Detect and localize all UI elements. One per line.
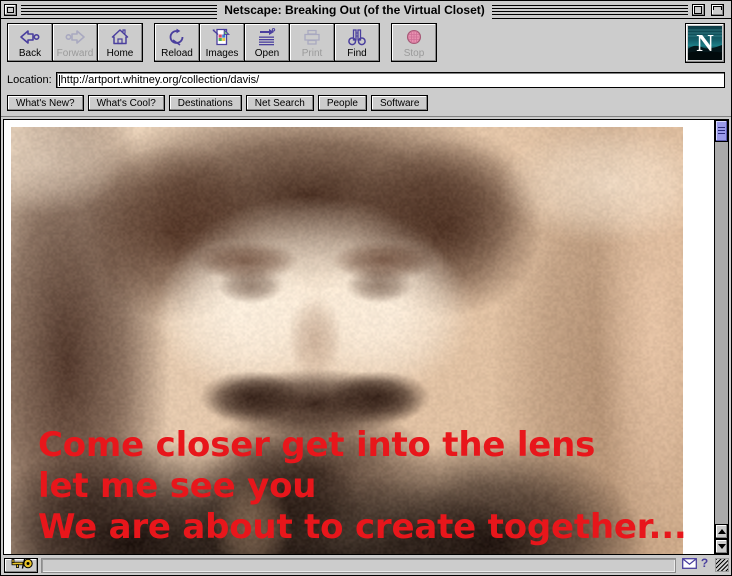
directory-button-label: Destinations <box>178 98 233 109</box>
close-box[interactable] <box>4 4 17 16</box>
navigation-toolbar: Back Forward Home Reload Images Open Pri… <box>7 23 725 67</box>
broken-key-icon <box>8 556 34 574</box>
title-bar[interactable]: Netscape: Breaking Out (of the Virtual C… <box>1 1 731 19</box>
artwork-image <box>11 127 683 554</box>
page-viewport: Come closer get into the lens let me see… <box>3 119 714 555</box>
location-input[interactable]: http://artport.whitney.org/collection/da… <box>56 72 725 88</box>
find-button-label: Find <box>347 48 366 59</box>
binoculars-icon <box>347 27 367 47</box>
directory-bar: What's New? What's Cool? Destinations Ne… <box>7 93 725 116</box>
scroll-up-arrow[interactable] <box>715 524 728 539</box>
security-indicator[interactable] <box>4 558 38 573</box>
artwork-canvas <box>11 127 683 554</box>
images-button[interactable]: Images <box>199 23 245 62</box>
status-bar: ? <box>1 555 731 575</box>
stop-button[interactable]: Stop <box>391 23 437 62</box>
status-icon-group: ? <box>679 558 712 573</box>
netscape-logo-button[interactable]: N <box>685 23 725 63</box>
text-caret <box>59 75 60 86</box>
netscape-n-logo: N <box>685 23 725 63</box>
location-input-value: http://artport.whitney.org/collection/da… <box>61 74 260 86</box>
toolbar-group-navigation: Back Forward Home <box>7 23 142 62</box>
reload-button[interactable]: Reload <box>154 23 200 62</box>
back-button-label: Back <box>19 48 41 59</box>
window-title: Netscape: Breaking Out (of the Virtual C… <box>217 1 492 19</box>
location-bar: Location: http://artport.whitney.org/col… <box>7 70 725 90</box>
print-button-label: Print <box>302 48 323 59</box>
svg-text:?: ? <box>701 557 708 569</box>
back-button[interactable]: Back <box>7 23 53 62</box>
title-bar-stripes-left <box>21 4 217 16</box>
scrollbar-thumb-grip-icon <box>718 127 725 136</box>
home-button-label: Home <box>107 48 134 59</box>
house-icon <box>110 27 130 47</box>
triangle-down-icon <box>718 544 726 549</box>
directory-button-whats-cool[interactable]: What's Cool? <box>88 95 165 111</box>
images-button-label: Images <box>206 48 239 59</box>
forward-button-label: Forward <box>57 48 94 59</box>
content-area: Come closer get into the lens let me see… <box>1 117 731 555</box>
forward-button[interactable]: Forward <box>52 23 98 62</box>
directory-button-whats-new[interactable]: What's New? <box>7 95 84 111</box>
scroll-down-arrow[interactable] <box>715 539 728 554</box>
printer-icon <box>302 27 322 47</box>
toolbar-group-page: Reload Images Open Print Find <box>154 23 379 62</box>
zoom-box[interactable] <box>692 4 705 16</box>
directory-button-label: People <box>327 98 358 109</box>
back-arrow-icon <box>19 27 41 47</box>
directory-button-software[interactable]: Software <box>371 95 428 111</box>
netscape-window: Netscape: Breaking Out (of the Virtual C… <box>0 0 732 576</box>
triangle-up-icon <box>718 529 726 534</box>
find-button[interactable]: Find <box>334 23 380 62</box>
browser-chrome: Back Forward Home Reload Images Open Pri… <box>1 19 731 117</box>
directory-button-destinations[interactable]: Destinations <box>169 95 242 111</box>
envelope-icon[interactable] <box>682 556 697 574</box>
home-button[interactable]: Home <box>97 23 143 62</box>
directory-button-label: Net Search <box>255 98 305 109</box>
forward-arrow-icon <box>64 27 86 47</box>
scrollbar-thumb[interactable] <box>715 120 728 142</box>
collapse-box[interactable] <box>711 4 724 16</box>
toolbar-group-stop: Stop <box>391 23 436 62</box>
directory-button-net-search[interactable]: Net Search <box>246 95 314 111</box>
open-button[interactable]: Open <box>244 23 290 62</box>
directory-button-label: Software <box>380 98 419 109</box>
svg-text:N: N <box>696 31 714 57</box>
images-icon <box>212 27 232 47</box>
stop-button-label: Stop <box>404 48 425 59</box>
reload-icon <box>167 27 187 47</box>
reload-button-label: Reload <box>161 48 193 59</box>
print-button[interactable]: Print <box>289 23 335 62</box>
location-label: Location: <box>7 74 56 86</box>
open-button-label: Open <box>255 48 279 59</box>
title-bar-stripes-right <box>492 4 688 16</box>
resize-grip[interactable] <box>715 558 729 572</box>
progress-bar <box>41 558 676 573</box>
directory-button-label: What's Cool? <box>97 98 156 109</box>
web-page: Come closer get into the lens let me see… <box>4 120 714 554</box>
open-icon <box>257 27 277 47</box>
question-mark-icon[interactable]: ? <box>700 556 709 574</box>
vertical-scrollbar[interactable] <box>714 119 729 555</box>
scrollbar-track[interactable] <box>715 142 728 524</box>
directory-button-people[interactable]: People <box>318 95 367 111</box>
directory-button-label: What's New? <box>16 98 75 109</box>
stop-sign-icon <box>404 27 424 47</box>
